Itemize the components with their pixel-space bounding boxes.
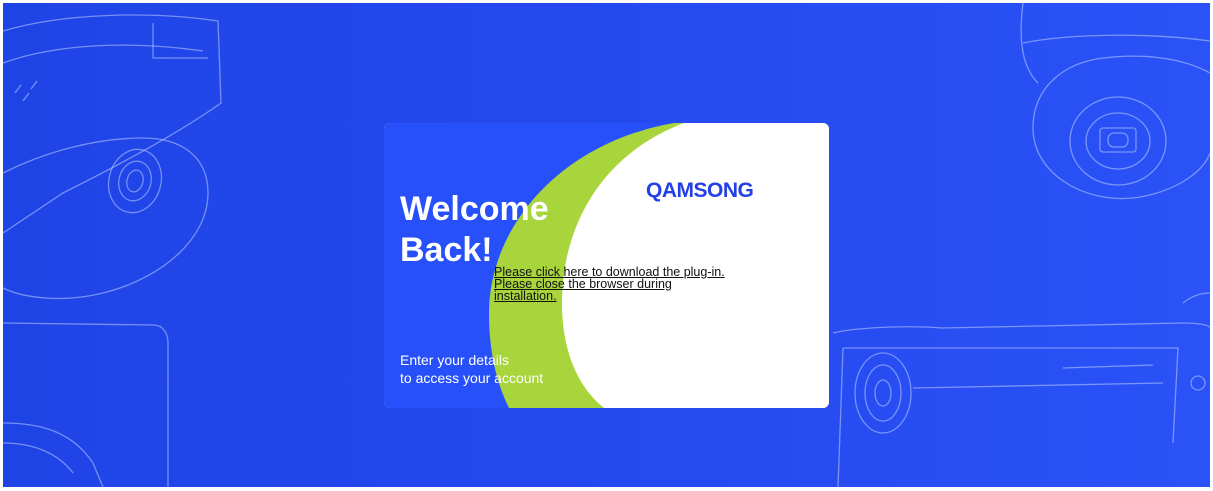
bullet-camera-icon bbox=[832, 292, 1210, 487]
turret-camera-icon bbox=[3, 322, 169, 487]
dome-camera-icon bbox=[3, 14, 222, 300]
brand-logo: QAMSONG bbox=[646, 179, 754, 202]
login-tagline: Enter your details to access your accoun… bbox=[400, 352, 544, 386]
login-page-background: Welcome Back! QAMSONG Please click here … bbox=[3, 3, 1210, 487]
welcome-title: Welcome Back! bbox=[400, 190, 549, 269]
download-plugin-link[interactable]: Please click here to download the plug-i… bbox=[494, 266, 729, 303]
login-card: Welcome Back! QAMSONG Please click here … bbox=[384, 123, 829, 408]
dome-camera-icon bbox=[1020, 3, 1210, 200]
